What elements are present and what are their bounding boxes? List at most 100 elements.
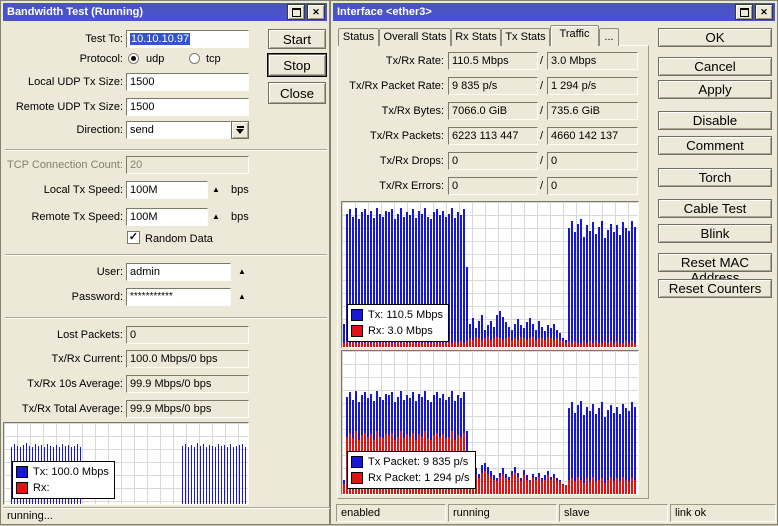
tab-rx-stats[interactable]: Rx Stats xyxy=(451,28,501,46)
status-link-ok: link ok xyxy=(670,504,776,522)
direction-label: Direction: xyxy=(76,124,123,136)
rx-packet-legend-swatch xyxy=(351,472,363,484)
dropdown-icon xyxy=(236,126,244,128)
txrx-current-value: 100.0 Mbps/0 bps xyxy=(126,350,249,368)
comment-button[interactable]: Comment xyxy=(658,136,772,155)
interface-titlebar[interactable]: Interface <ether3> ✕ xyxy=(333,3,775,21)
random-data-checkbox[interactable]: ✓ xyxy=(127,231,140,244)
separator xyxy=(5,149,327,151)
tcp-connection-count-input: 20 xyxy=(126,156,249,174)
disable-button[interactable]: Disable xyxy=(658,111,772,130)
remote-tx-speed-unit: bps xyxy=(231,211,249,223)
stop-button[interactable]: Stop xyxy=(268,54,326,76)
local-tx-speed-input[interactable]: 100M xyxy=(126,181,208,199)
udp-radio[interactable] xyxy=(128,53,139,64)
status-slave: slave xyxy=(559,504,668,522)
up-arrow-icon[interactable]: ▲ xyxy=(238,288,246,306)
cable-test-button[interactable]: Cable Test xyxy=(658,199,772,218)
password-row: Password: *********** ▲ xyxy=(1,288,331,306)
up-arrow-icon[interactable]: ▲ xyxy=(212,181,220,199)
tab-status[interactable]: Status xyxy=(338,28,379,46)
separator xyxy=(5,317,327,319)
tcp-radio-label: tcp xyxy=(206,53,221,65)
txrx-total-average-value: 99.9 Mbps/0 bps xyxy=(126,400,249,418)
tcp-connection-count-label: TCP Connection Count: xyxy=(7,159,123,171)
test-to-input[interactable]: 10.10.10.97 xyxy=(126,30,249,48)
lost-packets-value: 0 xyxy=(126,326,249,344)
tab-overall-stats[interactable]: Overall Stats xyxy=(379,28,451,46)
torch-button[interactable]: Torch xyxy=(658,168,772,187)
local-udp-size-input[interactable]: 1500 xyxy=(126,73,249,91)
maximize-button[interactable] xyxy=(287,4,305,20)
password-input[interactable]: *********** xyxy=(126,288,231,306)
tx-legend-text: Tx: 100.0 Mbps xyxy=(33,466,109,478)
maximize-button[interactable] xyxy=(735,4,753,20)
txrx-10s-average-row: Tx/Rx 10s Average: 99.9 Mbps/0 bps xyxy=(1,375,331,393)
direction-row: Direction: send xyxy=(1,121,331,139)
tab-more[interactable]: ... xyxy=(599,28,619,46)
status-running: running xyxy=(448,504,557,522)
close-button[interactable]: ✕ xyxy=(307,4,325,20)
tcp-radio[interactable] xyxy=(189,53,200,64)
password-label: Password: xyxy=(71,291,123,303)
reset-mac-address-button[interactable]: Reset MAC Address xyxy=(658,253,772,285)
remote-tx-speed-label: Remote Tx Speed: xyxy=(31,211,123,223)
txrx-10s-average-value: 99.9 Mbps/0 bps xyxy=(126,375,249,393)
remote-udp-size-label: Remote UDP Tx Size: xyxy=(15,101,123,113)
local-tx-speed-row: Local Tx Speed: 100M ▲ bps xyxy=(1,181,331,199)
up-arrow-icon[interactable]: ▲ xyxy=(238,263,246,281)
txrx-current-label: Tx/Rx Current: xyxy=(51,353,123,365)
graph-legend: Tx: 100.0 Mbps Rx: xyxy=(12,461,115,499)
protocol-label: Protocol: xyxy=(79,53,123,65)
tab-tx-stats[interactable]: Tx Stats xyxy=(501,28,550,46)
blink-button[interactable]: Blink xyxy=(658,224,772,243)
udp-radio-label: udp xyxy=(146,53,165,65)
tx-legend-swatch xyxy=(351,309,363,321)
tx-packet-legend-swatch xyxy=(351,456,363,468)
test-to-label: Test To: xyxy=(85,33,123,45)
separator xyxy=(5,254,327,256)
user-input[interactable]: admin xyxy=(126,263,231,281)
tab-traffic[interactable]: Traffic xyxy=(550,25,599,46)
selected-text: 10.10.10.97 xyxy=(130,33,191,45)
remote-tx-speed-input[interactable]: 100M xyxy=(126,208,208,226)
direction-dropdown-button[interactable] xyxy=(231,121,249,139)
bandwidth-test-graph: Tx: 100.0 Mbps Rx: xyxy=(3,422,249,505)
check-icon: ✓ xyxy=(128,231,139,243)
lost-packets-row: Lost Packets: 0 xyxy=(1,326,331,344)
random-data-row: ✓ Random Data xyxy=(1,231,331,245)
rx-packet-legend-text: Rx Packet: 1 294 p/s xyxy=(368,472,470,484)
maximize-icon xyxy=(291,7,301,17)
direction-select[interactable]: send xyxy=(126,121,231,139)
graph-legend: Tx Packet: 9 835 p/s Rx Packet: 1 294 p/… xyxy=(347,451,476,489)
txrx-total-average-label: Tx/Rx Total Average: xyxy=(21,403,123,415)
up-arrow-icon[interactable]: ▲ xyxy=(212,208,220,226)
user-label: User: xyxy=(96,266,123,278)
cancel-button[interactable]: Cancel xyxy=(658,57,772,76)
bandwidth-test-titlebar[interactable]: Bandwidth Test (Running) ✕ xyxy=(3,3,327,21)
remote-tx-speed-row: Remote Tx Speed: 100M ▲ bps xyxy=(1,208,331,226)
reset-counters-button[interactable]: Reset Counters xyxy=(658,279,772,298)
user-row: User: admin ▲ xyxy=(1,263,331,281)
start-button[interactable]: Start xyxy=(268,29,326,49)
close-icon: ✕ xyxy=(760,7,768,17)
tcp-connection-count-row: TCP Connection Count: 20 xyxy=(1,156,331,174)
random-data-label: Random Data xyxy=(145,233,213,245)
ok-button[interactable]: OK xyxy=(658,28,772,47)
remote-udp-size-input[interactable]: 1500 xyxy=(126,98,249,116)
interface-ether3-window: Interface <ether3> ✕ Status Overall Stat… xyxy=(330,0,778,525)
close-window-button[interactable]: Close xyxy=(268,82,326,104)
close-icon: ✕ xyxy=(312,7,320,17)
close-button[interactable]: ✕ xyxy=(755,4,773,20)
rx-legend-text: Rx: 3.0 Mbps xyxy=(368,325,433,337)
rx-legend-swatch xyxy=(351,325,363,337)
txrx-current-row: Tx/Rx Current: 100.0 Mbps/0 bps xyxy=(1,350,331,368)
txrx-total-average-row: Tx/Rx Total Average: 99.9 Mbps/0 bps xyxy=(1,400,331,418)
tx-packet-legend-text: Tx Packet: 9 835 p/s xyxy=(368,456,469,468)
tx-legend-swatch xyxy=(16,466,28,478)
bandwidth-test-window: Bandwidth Test (Running) ✕ Test To: 10.1… xyxy=(0,0,333,525)
rx-legend-text: Rx: xyxy=(33,482,50,494)
lost-packets-label: Lost Packets: xyxy=(56,329,123,341)
window-title: Bandwidth Test (Running) xyxy=(7,6,144,18)
apply-button[interactable]: Apply xyxy=(658,80,772,99)
